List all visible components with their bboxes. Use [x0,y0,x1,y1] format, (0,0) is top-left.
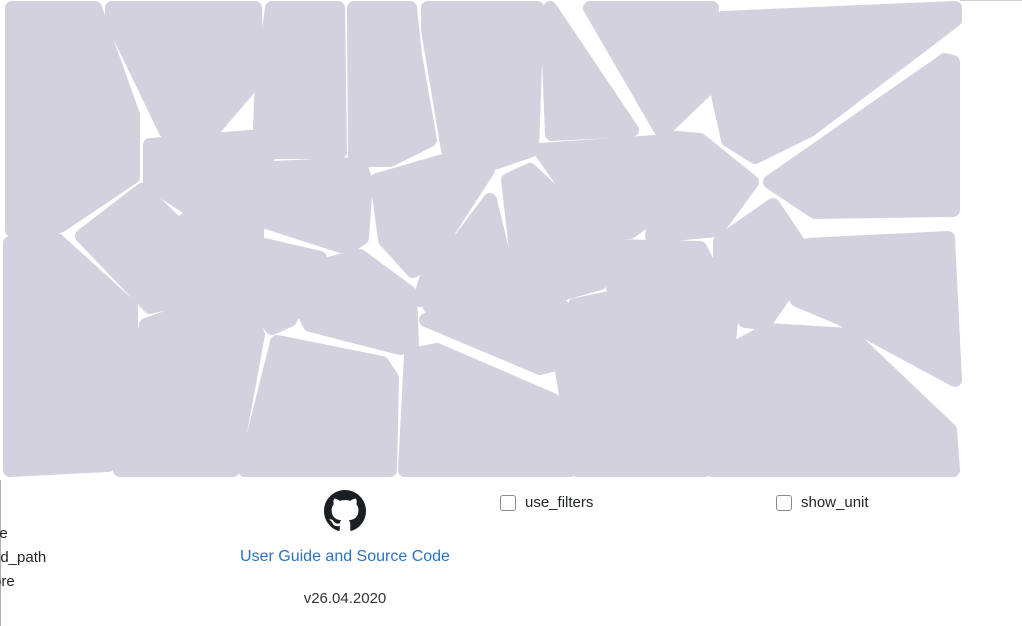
voronoi-cell[interactable] [238,335,399,477]
voronoi-cell[interactable] [257,157,373,255]
github-icon[interactable] [324,490,366,532]
checkbox-box[interactable] [500,494,516,511]
voronoi-cell[interactable] [298,249,419,355]
option-item[interactable]: de [0,522,80,546]
use-filters-label: use_filters [525,494,594,511]
use-filters-checkbox[interactable]: use_filters [500,494,593,511]
voronoi-cell[interactable] [421,1,544,172]
voronoi-cell[interactable] [713,198,807,330]
option-item[interactable]: ore [0,570,80,594]
hierarchy-option-list: de id_path ore [0,522,80,594]
voronoi-cell[interactable] [113,303,265,477]
user-guide-link[interactable]: User Guide and Source Code [230,548,460,566]
option-item[interactable]: id_path [0,546,80,570]
voronoi-cell[interactable] [143,129,275,215]
show-unit-checkbox[interactable]: show_unit [776,494,869,511]
version-label: v26.04.2020 [303,590,387,607]
voronoi-cell[interactable] [253,1,347,159]
checkbox-box[interactable] [776,494,792,511]
show-unit-label: show_unit [801,494,869,511]
voronoi-cell[interactable] [347,1,437,167]
top-divider [960,0,1022,1]
voronoi-cell[interactable] [169,215,265,309]
voronoi-treemap [3,1,962,477]
app-root: de id_path ore User Guide and Source Cod… [0,0,1022,626]
